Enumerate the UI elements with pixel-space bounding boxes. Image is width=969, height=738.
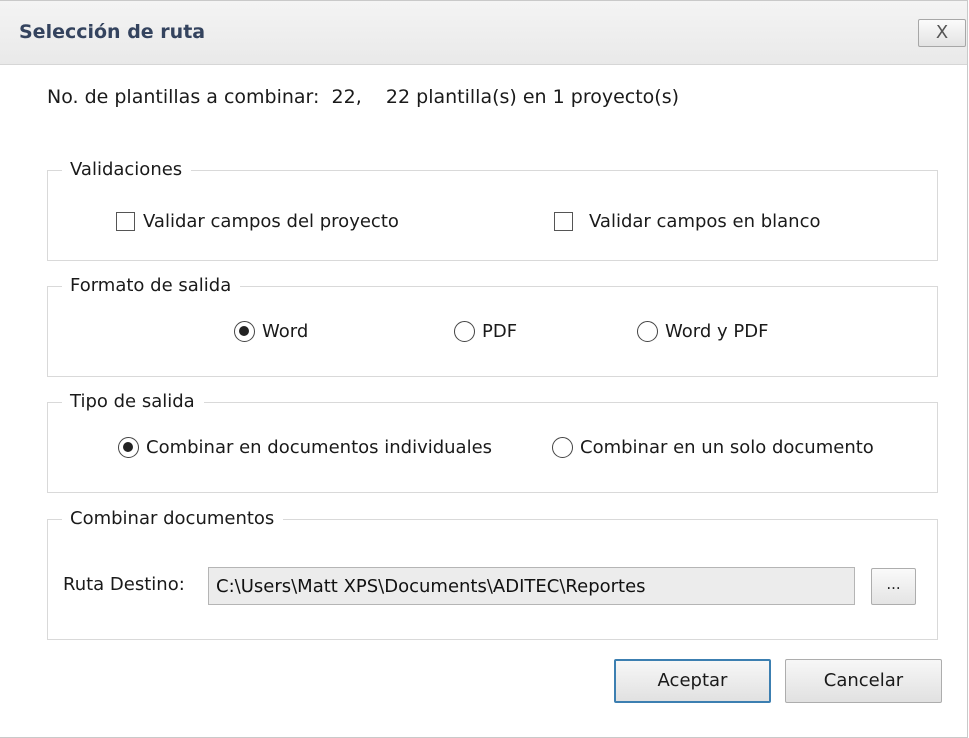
formato-group: Formato de salida Word PDF Word y PDF <box>47 273 938 377</box>
validar-proyecto-checkbox[interactable] <box>116 212 135 231</box>
template-summary: No. de plantillas a combinar: 22, 22 pla… <box>47 86 679 108</box>
format-pdf-option[interactable]: PDF <box>454 321 517 342</box>
close-icon: X <box>935 22 949 43</box>
ruta-destino-input[interactable] <box>208 567 855 605</box>
summary-count: 22, <box>331 86 362 108</box>
validar-blanco-option[interactable]: Validar campos en blanco <box>554 211 821 232</box>
accept-button[interactable]: Aceptar <box>614 659 771 703</box>
format-word-pdf-radio[interactable] <box>637 321 658 342</box>
tipo-individual-option[interactable]: Combinar en documentos individuales <box>118 437 492 458</box>
format-word-pdf-label: Word y PDF <box>665 321 769 342</box>
formato-legend: Formato de salida <box>62 273 241 299</box>
validar-blanco-label: Validar campos en blanco <box>589 211 821 232</box>
summary-label: No. de plantillas a combinar: <box>47 86 320 108</box>
dialog-window: Selección de ruta X No. de plantillas a … <box>0 0 968 738</box>
format-word-label: Word <box>262 321 309 342</box>
summary-detail: 22 plantilla(s) en 1 proyecto(s) <box>385 86 680 108</box>
validaciones-legend: Validaciones <box>62 157 192 183</box>
dialog-title: Selección de ruta <box>19 21 206 43</box>
tipo-single-radio[interactable] <box>552 437 573 458</box>
cancel-button[interactable]: Cancelar <box>785 659 942 703</box>
format-word-radio[interactable] <box>234 321 255 342</box>
tipo-group: Tipo de salida Combinar en documentos in… <box>47 389 938 493</box>
validar-proyecto-label: Validar campos del proyecto <box>143 211 399 232</box>
format-pdf-radio[interactable] <box>454 321 475 342</box>
close-button[interactable]: X <box>918 19 966 47</box>
combinar-group: Combinar documentos Ruta Destino: ... <box>47 506 938 640</box>
validar-blanco-checkbox[interactable] <box>554 212 573 231</box>
tipo-legend: Tipo de salida <box>62 389 204 415</box>
ruta-destino-label: Ruta Destino: <box>63 574 185 595</box>
tipo-single-label: Combinar en un solo documento <box>580 437 874 458</box>
validar-proyecto-option[interactable]: Validar campos del proyecto <box>116 211 399 232</box>
tipo-individual-label: Combinar en documentos individuales <box>146 437 493 458</box>
format-word-pdf-option[interactable]: Word y PDF <box>637 321 768 342</box>
format-pdf-label: PDF <box>482 321 518 342</box>
tipo-single-option[interactable]: Combinar en un solo documento <box>552 437 874 458</box>
validaciones-group: Validaciones Validar campos del proyecto… <box>47 157 938 261</box>
format-word-option[interactable]: Word <box>234 321 308 342</box>
tipo-individual-radio[interactable] <box>118 437 139 458</box>
combinar-legend: Combinar documentos <box>62 506 284 532</box>
title-bar[interactable]: Selección de ruta X <box>0 1 967 65</box>
browse-button[interactable]: ... <box>871 568 916 605</box>
